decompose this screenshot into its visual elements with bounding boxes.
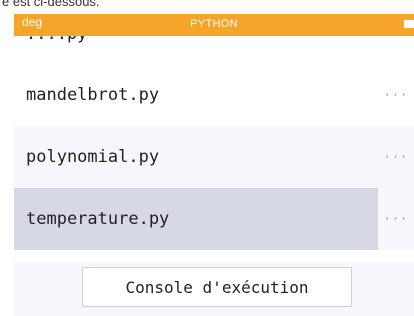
more-options-icon[interactable]: ··· — [378, 64, 414, 126]
list-item-clipped[interactable]: ....py — [14, 36, 414, 56]
battery-icon — [404, 20, 414, 28]
script-name: temperature.py — [26, 209, 170, 229]
top-caption: e est ci-dessous. — [2, 0, 100, 9]
script-item-temperature[interactable]: temperature.py ··· — [14, 188, 414, 250]
script-name: mandelbrot.py — [26, 85, 160, 105]
python-app-screen: e est ci-dessous. deg PYTHON ....py mand… — [0, 0, 414, 316]
script-item-mandelbrot[interactable]: mandelbrot.py ··· — [14, 64, 414, 126]
file-name: ....py — [26, 36, 87, 44]
script-name: polynomial.py — [26, 147, 160, 167]
status-bar: deg PYTHON — [14, 14, 414, 36]
footer-bar: Console d'exécution — [14, 262, 414, 316]
app-title: PYTHON — [190, 18, 238, 30]
more-options-icon[interactable]: ··· — [378, 188, 414, 250]
more-options-icon[interactable]: ··· — [378, 126, 414, 188]
script-list: mandelbrot.py ··· polynomial.py ··· temp… — [14, 64, 414, 250]
script-item-polynomial[interactable]: polynomial.py ··· — [14, 126, 414, 188]
console-button[interactable]: Console d'exécution — [82, 267, 352, 307]
